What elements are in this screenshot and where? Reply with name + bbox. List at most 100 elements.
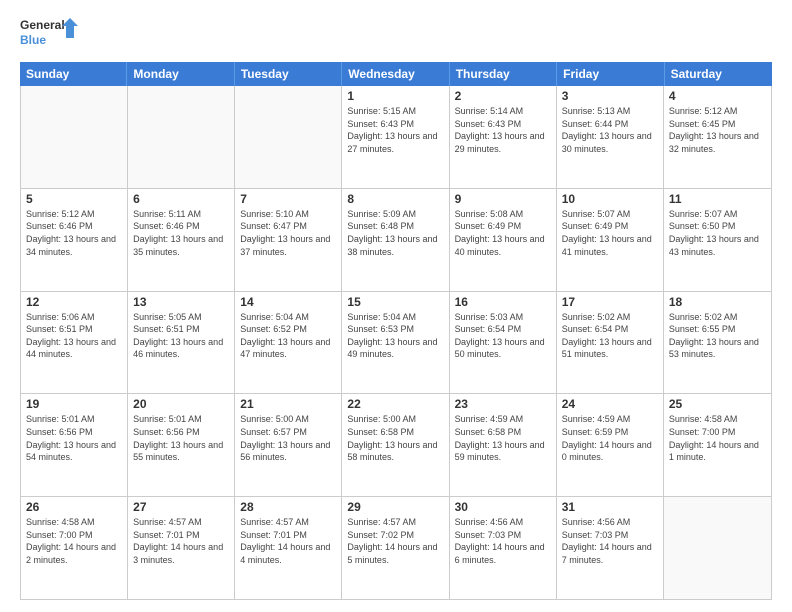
logo: General Blue [20,16,80,54]
calendar-body: 1 Sunrise: 5:15 AM Sunset: 6:43 PM Daylig… [20,86,772,600]
day-info: Sunrise: 5:13 AM Sunset: 6:44 PM Dayligh… [562,105,658,155]
day-number: 24 [562,397,658,411]
day-cell-18: 18 Sunrise: 5:02 AM Sunset: 6:55 PM Dayli… [664,292,771,394]
day-cell-25: 25 Sunrise: 4:58 AM Sunset: 7:00 PM Dayli… [664,394,771,496]
svg-text:Blue: Blue [20,33,46,47]
day-info: Sunrise: 4:59 AM Sunset: 6:58 PM Dayligh… [455,413,551,463]
day-number: 28 [240,500,336,514]
day-info: Sunrise: 4:59 AM Sunset: 6:59 PM Dayligh… [562,413,658,463]
day-number: 1 [347,89,443,103]
calendar-week-1: 1 Sunrise: 5:15 AM Sunset: 6:43 PM Daylig… [21,86,771,189]
day-cell-29: 29 Sunrise: 4:57 AM Sunset: 7:02 PM Dayli… [342,497,449,599]
day-cell-19: 19 Sunrise: 5:01 AM Sunset: 6:56 PM Dayli… [21,394,128,496]
day-cell-16: 16 Sunrise: 5:03 AM Sunset: 6:54 PM Dayli… [450,292,557,394]
day-info: Sunrise: 4:58 AM Sunset: 7:00 PM Dayligh… [26,516,122,566]
day-cell-5: 5 Sunrise: 5:12 AM Sunset: 6:46 PM Daylig… [21,189,128,291]
day-info: Sunrise: 4:56 AM Sunset: 7:03 PM Dayligh… [562,516,658,566]
day-cell-8: 8Sunrise: 5:09 AM Sunset: 6:48 PM Daylig… [342,189,449,291]
header-day-sunday: Sunday [20,62,127,86]
day-info: Sunrise: 5:10 AM Sunset: 6:47 PM Dayligh… [240,208,336,258]
day-info: Sunrise: 5:00 AM Sunset: 6:58 PM Dayligh… [347,413,443,463]
day-cell-10: 10 Sunrise: 5:07 AM Sunset: 6:49 PM Dayli… [557,189,664,291]
day-info: Sunrise: 5:04 AM Sunset: 6:52 PM Dayligh… [240,311,336,361]
calendar-week-5: 26 Sunrise: 4:58 AM Sunset: 7:00 PM Dayli… [21,497,771,599]
day-number: 29 [347,500,443,514]
header-day-saturday: Saturday [665,62,772,86]
day-number: 5 [26,192,122,206]
day-info: Sunrise: 5:11 AM Sunset: 6:46 PM Dayligh… [133,208,229,258]
day-cell-11: 11Sunrise: 5:07 AM Sunset: 6:50 PM Dayli… [664,189,771,291]
day-info: Sunrise: 5:14 AM Sunset: 6:43 PM Dayligh… [455,105,551,155]
day-info: Sunrise: 5:01 AM Sunset: 6:56 PM Dayligh… [26,413,122,463]
day-cell-1: 1 Sunrise: 5:15 AM Sunset: 6:43 PM Daylig… [342,86,449,188]
empty-cell [21,86,128,188]
day-info: Sunrise: 4:57 AM Sunset: 7:01 PM Dayligh… [133,516,229,566]
header-day-wednesday: Wednesday [342,62,449,86]
day-cell-14: 14 Sunrise: 5:04 AM Sunset: 6:52 PM Dayli… [235,292,342,394]
day-info: Sunrise: 5:04 AM Sunset: 6:53 PM Dayligh… [347,311,443,361]
calendar: SundayMondayTuesdayWednesdayThursdayFrid… [20,62,772,600]
day-cell-30: 30 Sunrise: 4:56 AM Sunset: 7:03 PM Dayli… [450,497,557,599]
day-number: 6 [133,192,229,206]
day-info: Sunrise: 5:12 AM Sunset: 6:46 PM Dayligh… [26,208,122,258]
day-number: 13 [133,295,229,309]
day-cell-24: 24 Sunrise: 4:59 AM Sunset: 6:59 PM Dayli… [557,394,664,496]
day-number: 8 [347,192,443,206]
day-cell-31: 31 Sunrise: 4:56 AM Sunset: 7:03 PM Dayli… [557,497,664,599]
day-info: Sunrise: 5:07 AM Sunset: 6:49 PM Dayligh… [562,208,658,258]
day-cell-21: 21 Sunrise: 5:00 AM Sunset: 6:57 PM Dayli… [235,394,342,496]
day-number: 12 [26,295,122,309]
day-number: 17 [562,295,658,309]
day-number: 27 [133,500,229,514]
day-number: 16 [455,295,551,309]
day-info: Sunrise: 5:01 AM Sunset: 6:56 PM Dayligh… [133,413,229,463]
day-number: 3 [562,89,658,103]
day-info: Sunrise: 5:06 AM Sunset: 6:51 PM Dayligh… [26,311,122,361]
day-number: 21 [240,397,336,411]
day-cell-20: 20 Sunrise: 5:01 AM Sunset: 6:56 PM Dayli… [128,394,235,496]
header-day-thursday: Thursday [450,62,557,86]
day-cell-12: 12 Sunrise: 5:06 AM Sunset: 6:51 PM Dayli… [21,292,128,394]
day-cell-2: 2 Sunrise: 5:14 AM Sunset: 6:43 PM Daylig… [450,86,557,188]
header-day-tuesday: Tuesday [235,62,342,86]
day-number: 10 [562,192,658,206]
day-cell-22: 22Sunrise: 5:00 AM Sunset: 6:58 PM Dayli… [342,394,449,496]
empty-cell [664,497,771,599]
day-info: Sunrise: 5:02 AM Sunset: 6:55 PM Dayligh… [669,311,766,361]
calendar-header: SundayMondayTuesdayWednesdayThursdayFrid… [20,62,772,86]
day-cell-23: 23Sunrise: 4:59 AM Sunset: 6:58 PM Dayli… [450,394,557,496]
day-cell-3: 3 Sunrise: 5:13 AM Sunset: 6:44 PM Daylig… [557,86,664,188]
day-number: 19 [26,397,122,411]
day-info: Sunrise: 5:00 AM Sunset: 6:57 PM Dayligh… [240,413,336,463]
day-number: 20 [133,397,229,411]
day-number: 11 [669,192,766,206]
day-cell-7: 7 Sunrise: 5:10 AM Sunset: 6:47 PM Daylig… [235,189,342,291]
empty-cell [128,86,235,188]
day-number: 18 [669,295,766,309]
day-number: 25 [669,397,766,411]
logo-svg: General Blue [20,16,80,54]
day-info: Sunrise: 4:57 AM Sunset: 7:01 PM Dayligh… [240,516,336,566]
day-number: 2 [455,89,551,103]
calendar-week-4: 19 Sunrise: 5:01 AM Sunset: 6:56 PM Dayli… [21,394,771,497]
day-info: Sunrise: 4:57 AM Sunset: 7:02 PM Dayligh… [347,516,443,566]
day-info: Sunrise: 5:15 AM Sunset: 6:43 PM Dayligh… [347,105,443,155]
day-info: Sunrise: 4:56 AM Sunset: 7:03 PM Dayligh… [455,516,551,566]
day-number: 15 [347,295,443,309]
day-info: Sunrise: 5:12 AM Sunset: 6:45 PM Dayligh… [669,105,766,155]
day-number: 7 [240,192,336,206]
day-number: 26 [26,500,122,514]
day-number: 14 [240,295,336,309]
calendar-week-3: 12 Sunrise: 5:06 AM Sunset: 6:51 PM Dayli… [21,292,771,395]
day-info: Sunrise: 5:08 AM Sunset: 6:49 PM Dayligh… [455,208,551,258]
header: General Blue [20,16,772,54]
day-number: 9 [455,192,551,206]
day-number: 30 [455,500,551,514]
day-number: 31 [562,500,658,514]
day-info: Sunrise: 5:03 AM Sunset: 6:54 PM Dayligh… [455,311,551,361]
day-info: Sunrise: 4:58 AM Sunset: 7:00 PM Dayligh… [669,413,766,463]
day-cell-15: 15 Sunrise: 5:04 AM Sunset: 6:53 PM Dayli… [342,292,449,394]
day-cell-26: 26 Sunrise: 4:58 AM Sunset: 7:00 PM Dayli… [21,497,128,599]
day-cell-13: 13Sunrise: 5:05 AM Sunset: 6:51 PM Dayli… [128,292,235,394]
day-cell-6: 6 Sunrise: 5:11 AM Sunset: 6:46 PM Daylig… [128,189,235,291]
